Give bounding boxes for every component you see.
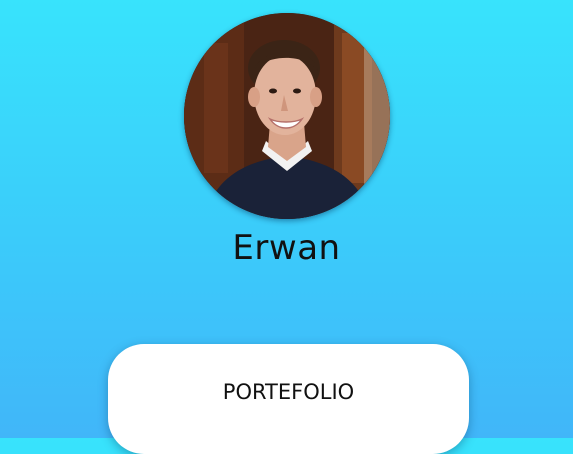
profile-photo-image: [184, 13, 390, 219]
profile-photo: [184, 13, 390, 219]
profile-name: Erwan: [232, 228, 341, 268]
